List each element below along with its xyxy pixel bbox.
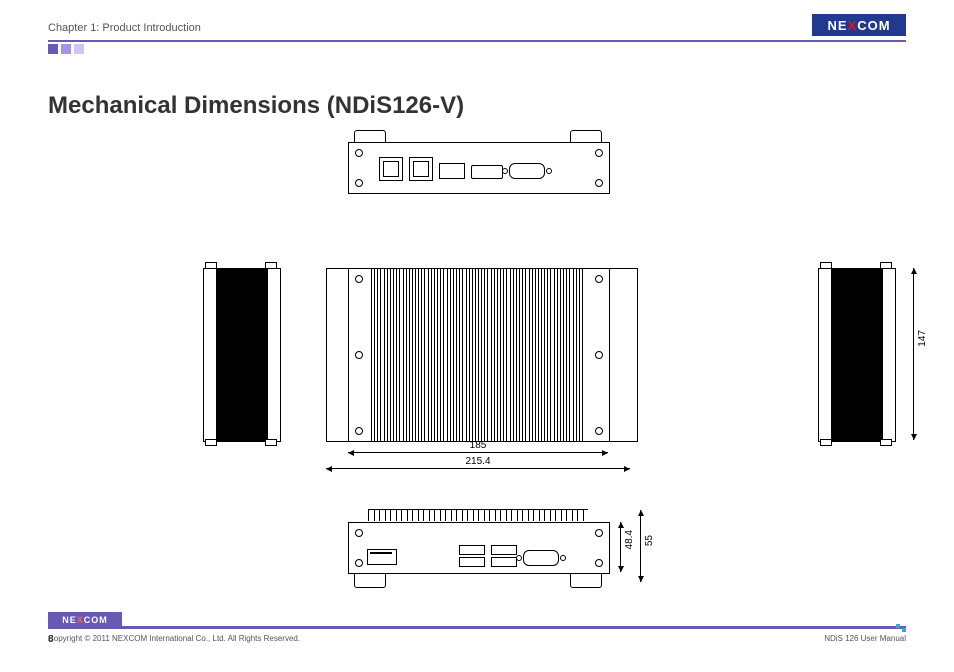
screw-icon [595,149,603,157]
top-plan-view [348,268,610,442]
usb-stack-icon [459,545,485,567]
dimension-height-total: 55 [644,535,655,546]
page-header: Chapter 1: Product Introduction NEXCOM [48,18,906,44]
vga-port-icon [509,163,545,179]
chapter-label: Chapter 1: Product Introduction [48,22,201,34]
dimension-depth: 147 [917,330,928,347]
front-ports [379,157,545,181]
lan-port-icon [379,157,403,181]
heatsink-profile-icon [216,269,268,441]
brand-part-x: X [848,18,858,33]
screw-icon [355,559,363,567]
chassis-side [203,268,281,442]
screw-icon [355,275,363,283]
mounting-tab-icon [265,439,277,446]
screw-icon [355,427,363,435]
screw-icon [595,275,603,283]
chassis-front [348,142,610,194]
page: Chapter 1: Product Introduction NEXCOM M… [0,0,954,672]
screw-icon [595,529,603,537]
screw-icon [595,351,603,359]
screw-icon [595,179,603,187]
dimension-line [913,268,914,440]
brand-part-ne: NE [827,18,847,33]
lan-port-icon [409,157,433,181]
usb-port-icon [459,545,485,555]
left-side-elevation [203,268,279,440]
brand-part-com: COM [84,615,108,625]
heatsink-fins-icon [371,269,587,441]
page-number: 8 [48,634,906,664]
rear-ports [459,545,559,567]
usb-stack-icon [491,545,517,567]
page-title: Mechanical Dimensions (NDiS126-V) [48,92,464,120]
heatsink-strip-icon [368,509,588,521]
screw-icon [355,351,363,359]
mechanical-drawing: 147 185 215.4 [48,130,906,616]
usb-port-icon [439,163,465,179]
dimension-line [620,522,621,572]
dimension-line [640,510,641,582]
dimension-width-outer: 215.4 [458,456,498,467]
screw-icon [595,427,603,435]
brand-part-ne: NE [62,615,77,625]
brand-part-x: X [77,615,84,625]
right-side-elevation [818,268,894,440]
dimension-line [326,468,630,469]
screw-icon [595,559,603,567]
usb-port-icon [459,557,485,567]
footer-rule [48,626,906,629]
usb-port-icon [491,557,517,567]
brand-part-com: COM [857,18,890,33]
chassis-rear [348,522,610,574]
decorative-squares [48,44,84,54]
serial-port-icon [523,550,559,566]
chassis-side [818,268,896,442]
page-footer: NEXCOM Copyright © 2011 NEXCOM Internati… [48,626,906,656]
mounting-tab-icon [880,439,892,446]
rear-elevation [348,510,608,582]
mounting-tab-icon [205,439,217,446]
brand-logo: NEXCOM [812,14,906,36]
mounting-flange [608,268,638,442]
manual-title: NDiS 126 User Manual [824,634,906,643]
square-icon [61,44,71,54]
dimension-line [348,452,608,453]
screw-icon [355,529,363,537]
screw-icon [355,149,363,157]
hdmi-port-icon [471,165,503,179]
heatsink-profile-icon [831,269,883,441]
front-elevation [348,130,608,194]
usb-port-icon [491,545,517,555]
dimension-height-body: 48.4 [624,530,635,549]
sd-slot-icon [367,549,397,565]
square-icon [74,44,84,54]
screw-icon [355,179,363,187]
square-icon [48,44,58,54]
mounting-tab-icon [820,439,832,446]
header-rule [48,40,906,42]
dimension-width-inner: 185 [458,440,498,451]
decorative-dots-icon [896,624,906,632]
